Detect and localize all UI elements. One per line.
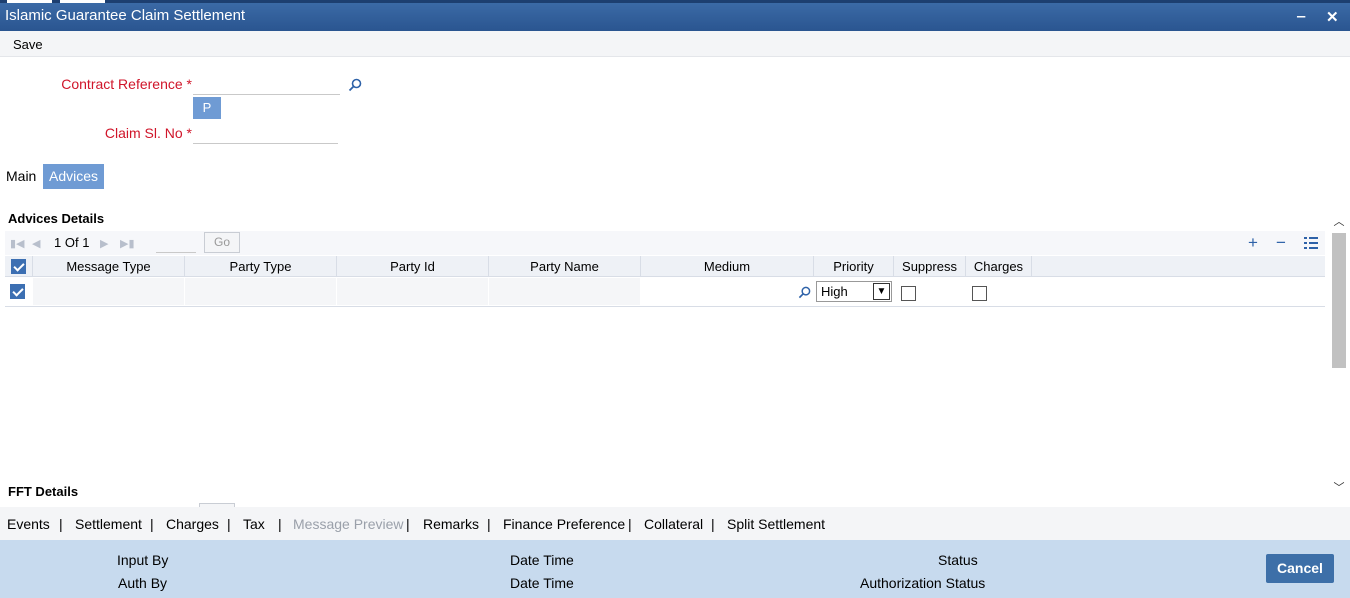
charges-link[interactable]: Charges <box>166 516 219 532</box>
tab-main[interactable]: Main <box>0 164 42 189</box>
previous-page-icon[interactable]: ◀ <box>32 237 40 250</box>
column-header[interactable]: Priority <box>814 256 894 277</box>
column-header[interactable]: Party Id <box>337 256 489 277</box>
priority-value: High <box>821 284 848 299</box>
minimize-button[interactable]: ‒ <box>1297 8 1305 25</box>
required-mark: * <box>186 125 192 141</box>
link-separator: | <box>711 516 715 532</box>
link-separator: | <box>150 516 154 532</box>
page-number-input[interactable] <box>156 235 196 253</box>
party-name-cell[interactable] <box>489 278 641 305</box>
select-all-checkbox[interactable] <box>11 259 26 274</box>
collateral-link[interactable]: Collateral <box>644 516 703 532</box>
select-all-cell <box>5 256 33 277</box>
chevron-down-icon[interactable]: ▼ <box>873 283 890 300</box>
claim-sl-no-input[interactable] <box>193 122 338 144</box>
contract-reference-label: Contract Reference * <box>20 76 192 92</box>
medium-cell[interactable] <box>641 278 814 305</box>
column-header[interactable]: Medium <box>641 256 814 277</box>
window-tab-marker <box>60 0 105 3</box>
authorization-status-label: Authorization Status <box>860 575 986 591</box>
scroll-down-icon[interactable]: ﹀ <box>1333 479 1345 495</box>
close-button[interactable]: ✕ <box>1326 8 1339 26</box>
bottom-link-bar: Events | Settlement | Charges | Tax | Me… <box>0 507 1350 540</box>
tab-advices[interactable]: Advices <box>43 164 105 189</box>
suppress-checkbox[interactable] <box>901 286 916 301</box>
split-settlement-link[interactable]: Split Settlement <box>727 516 825 532</box>
window-title-bar: Islamic Guarantee Claim Settlement ‒ ✕ <box>0 0 1350 31</box>
message-type-cell[interactable] <box>33 278 185 305</box>
charges-checkbox[interactable] <box>972 286 987 301</box>
next-page-icon[interactable]: ▶ <box>100 237 108 250</box>
link-separator: | <box>278 516 282 532</box>
vertical-scrollbar[interactable]: ︿ ﹀ <box>1331 213 1347 496</box>
column-header[interactable]: Party Name <box>489 256 641 277</box>
status-label: Status <box>938 552 978 568</box>
medium-search-icon[interactable] <box>798 286 811 299</box>
message-preview-link: Message Preview <box>293 516 404 532</box>
cancel-button[interactable]: Cancel <box>1266 554 1334 583</box>
page-indicator: 1 Of 1 <box>54 235 89 250</box>
input-by-label: Input By <box>117 552 169 568</box>
scroll-up-icon[interactable]: ︿ <box>1333 213 1345 229</box>
row-select-checkbox[interactable] <box>10 284 25 299</box>
table-row <box>5 277 1325 307</box>
window-title: Islamic Guarantee Claim Settlement <box>5 7 246 24</box>
required-mark: * <box>186 76 192 92</box>
total-pages: 1 <box>82 235 90 250</box>
contract-reference-input[interactable] <box>193 73 340 95</box>
go-button[interactable]: Go <box>204 232 240 253</box>
link-separator: | <box>487 516 491 532</box>
of-label: Of <box>64 235 79 250</box>
events-link[interactable]: Events <box>7 516 50 532</box>
link-separator: | <box>59 516 63 532</box>
input-date-time-label: Date Time <box>510 552 574 568</box>
link-separator: | <box>406 516 410 532</box>
contract-reference-label-text: Contract Reference <box>61 76 183 92</box>
claim-sl-no-label-text: Claim Sl. No <box>104 125 183 141</box>
current-page: 1 <box>54 235 62 250</box>
auth-date-time-label: Date Time <box>510 575 574 591</box>
column-header[interactable]: Suppress <box>894 256 966 277</box>
fft-details-title: FFT Details <box>8 484 79 499</box>
remarks-link[interactable]: Remarks <box>423 516 479 532</box>
p-button[interactable]: P <box>193 97 221 119</box>
advices-details-title: Advices Details <box>8 211 105 226</box>
save-button[interactable]: Save <box>13 37 43 52</box>
delete-row-icon[interactable]: − <box>1276 233 1286 253</box>
claim-sl-no-label: Claim Sl. No * <box>20 125 192 141</box>
add-row-icon[interactable]: + <box>1248 233 1258 253</box>
column-header[interactable]: Message Type <box>33 256 185 277</box>
link-separator: | <box>628 516 632 532</box>
party-type-cell[interactable] <box>185 278 337 305</box>
column-header[interactable]: Party Type <box>185 256 337 277</box>
first-page-icon[interactable]: ▮◀ <box>10 237 25 250</box>
audit-footer: Input By Auth By Date Time Date Time Sta… <box>0 540 1350 598</box>
advices-grid-header: Message Type Party Type Party Id Party N… <box>5 256 1325 277</box>
column-header[interactable]: Charges <box>966 256 1032 277</box>
menu-bar: Save <box>0 31 1350 57</box>
tax-link[interactable]: Tax <box>243 516 265 532</box>
auth-by-label: Auth By <box>118 575 168 591</box>
window-tab-marker <box>7 0 52 3</box>
search-icon[interactable] <box>348 78 362 92</box>
priority-select[interactable]: High ▼ <box>816 281 892 302</box>
scrollbar-thumb[interactable] <box>1332 233 1346 368</box>
finance-preference-link[interactable]: Finance Preference <box>503 516 625 532</box>
last-page-icon[interactable]: ▶▮ <box>120 237 135 250</box>
single-view-icon[interactable] <box>1304 236 1318 250</box>
link-separator: | <box>227 516 231 532</box>
advices-pager: ▮◀ ◀ 1 Of 1 ▶ ▶▮ Go + − <box>5 231 1325 255</box>
settlement-link[interactable]: Settlement <box>75 516 142 532</box>
party-id-cell[interactable] <box>337 278 489 305</box>
